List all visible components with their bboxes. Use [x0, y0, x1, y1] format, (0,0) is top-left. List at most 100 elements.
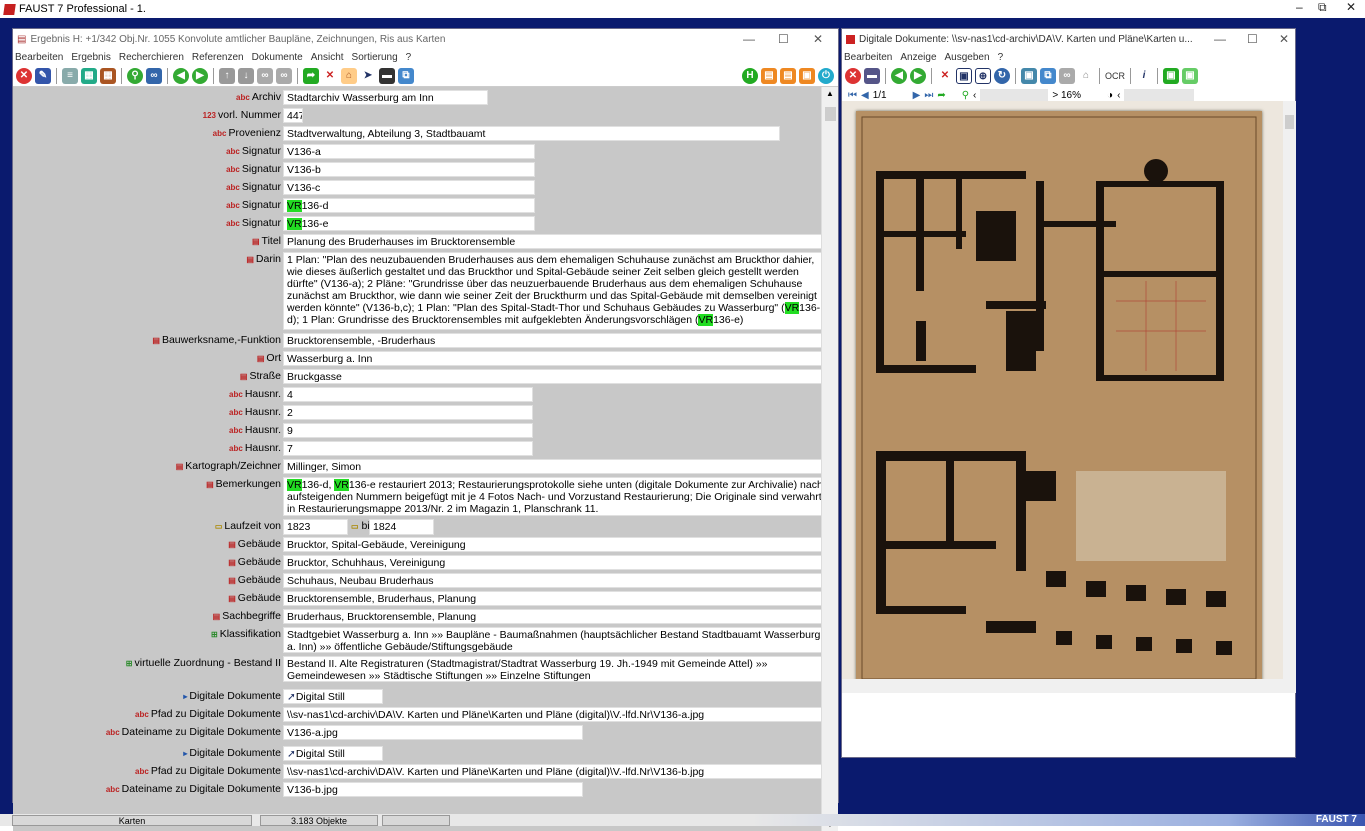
left-menu-item[interactable]: Sortierung [352, 52, 398, 63]
info-icon[interactable]: i [1136, 68, 1152, 84]
field-value[interactable]: 4 [283, 387, 533, 402]
close-button[interactable]: ✕ [1279, 32, 1289, 46]
sort-asc-icon[interactable]: ↑ [219, 67, 235, 84]
document-image-area[interactable] [842, 101, 1296, 679]
field-value[interactable]: V136-a [283, 144, 535, 159]
link-icon[interactable]: ∞ [1059, 68, 1075, 84]
left-menu-item[interactable]: ? [406, 52, 412, 63]
field-value[interactable]: 9 [283, 423, 533, 438]
pin-icon[interactable]: ➤ [360, 67, 376, 84]
cancel-icon[interactable]: ✕ [16, 67, 32, 84]
field-value[interactable]: V136-b.jpg [283, 782, 583, 797]
zoom-in-icon[interactable]: ⊕ [975, 68, 991, 84]
grid-icon[interactable]: ▦ [100, 67, 116, 84]
copy-icon[interactable]: ⧉ [398, 67, 414, 84]
left-menu-item[interactable]: Recherchieren [119, 52, 184, 63]
field-value[interactable]: Brucktor, Schuhhaus, Vereinigung [283, 555, 821, 570]
binoculars-icon[interactable]: ∞ [146, 67, 162, 84]
field-value[interactable]: VR136-e [283, 216, 535, 231]
link-icon[interactable]: ∞ [257, 67, 273, 84]
copy-icon[interactable]: ⧉ [1040, 68, 1056, 84]
back-icon[interactable]: ◀ [891, 68, 907, 84]
right-menu-item[interactable]: Anzeige [900, 52, 936, 63]
scanner-icon[interactable]: ▬ [864, 68, 880, 84]
left-menu-item[interactable]: Referenzen [192, 52, 244, 63]
field-value[interactable]: ➚Digital Still Camera [283, 746, 383, 761]
restore-button[interactable]: ⧉ [1318, 0, 1327, 15]
print-icon[interactable]: ▤ [780, 67, 796, 84]
home-icon[interactable]: ⌂ [1078, 68, 1094, 84]
field-value[interactable]: Wasserburg a. Inn [283, 351, 821, 366]
refresh-icon[interactable]: ↻ [994, 68, 1010, 84]
vertical-scrollbar[interactable]: ▲ ▼ [821, 87, 838, 831]
zoom-fit-icon[interactable]: ▣ [956, 68, 972, 84]
viewer-vertical-scrollbar[interactable] [1283, 101, 1296, 679]
minimize-button[interactable]: – [1296, 0, 1303, 14]
field-value[interactable]: Millinger, Simon [283, 459, 821, 474]
field-value[interactable]: 2 [283, 405, 533, 420]
field-value[interactable]: Brucktorensemble, -Bruderhaus [283, 333, 821, 348]
date-to-field[interactable]: 1824 [369, 519, 434, 535]
image-icon[interactable]: ▣ [1163, 68, 1179, 84]
power-icon[interactable]: ⏻ [818, 67, 834, 84]
date-from-field[interactable]: 1823 [283, 519, 348, 535]
field-value[interactable]: Bruckgasse [283, 369, 821, 384]
close-button[interactable]: ✕ [1346, 0, 1356, 14]
delete-icon[interactable]: ✕ [322, 67, 338, 84]
forward-icon[interactable]: ▶ [910, 68, 926, 84]
unlink-icon[interactable]: ∞ [276, 67, 292, 84]
arrow-icon[interactable]: ➦ [303, 67, 319, 84]
delete-icon[interactable]: ✕ [937, 68, 953, 84]
maximize-button[interactable]: ☐ [1247, 32, 1258, 46]
field-value[interactable]: \\sv-nas1\cd-archiv\DA\V. Karten und Plä… [283, 764, 821, 779]
zoom-slider-left-icon[interactable]: ‹ [973, 90, 976, 101]
left-menu-item[interactable]: Dokumente [252, 52, 303, 63]
prev-page-icon[interactable]: ◀ [861, 90, 869, 101]
field-value[interactable]: Stadtverwaltung, Abteilung 3, Stadtbauam… [283, 126, 780, 141]
export-image-icon[interactable]: ▣ [1182, 68, 1198, 84]
field-value[interactable]: V136-c [283, 180, 535, 195]
zoom-slider[interactable] [980, 89, 1049, 101]
sort-desc-icon[interactable]: ↓ [238, 67, 254, 84]
field-value[interactable]: Planung des Bruderhauses im Brucktorense… [283, 234, 821, 249]
maximize-button[interactable]: ☐ [778, 32, 789, 46]
last-page-icon[interactable]: ⏭ [924, 90, 933, 101]
field-value[interactable]: VR136-d [283, 198, 535, 213]
search-icon[interactable]: ⚲ [127, 67, 143, 84]
field-value[interactable]: Brucktorensemble, Bruderhaus, Planung [283, 591, 821, 606]
back-icon[interactable]: ◀ [173, 67, 189, 84]
field-value[interactable]: 447 [283, 108, 303, 123]
field-value[interactable]: Stadtarchiv Wasserburg am Inn [283, 90, 488, 105]
left-menu-item[interactable]: Ansicht [311, 52, 344, 63]
edit-icon[interactable]: ✎ [35, 67, 51, 84]
scroll-up-icon[interactable]: ▲ [826, 89, 834, 98]
contrast-slider-left-icon[interactable]: ‹ [1117, 90, 1120, 101]
field-value[interactable]: Bestand II. Alte Registraturen (Stadtmag… [283, 656, 821, 682]
field-value[interactable]: Stadtgebiet Wasserburg a. Inn »» Bauplän… [283, 627, 821, 653]
help-icon[interactable]: H [742, 67, 758, 84]
cancel-icon[interactable]: ✕ [845, 68, 861, 84]
field-value[interactable]: VR136-d, VR136-e restauriert 2013; Resta… [283, 477, 821, 516]
field-value[interactable]: ➚Digital Still Camera [283, 689, 383, 704]
field-value[interactable]: 7 [283, 441, 533, 456]
right-menu-item[interactable]: ? [998, 52, 1004, 63]
minimize-button[interactable]: — [743, 32, 755, 46]
save-icon[interactable]: ▣ [1021, 68, 1037, 84]
close-button[interactable]: ✕ [813, 32, 823, 46]
field-value[interactable]: \\sv-nas1\cd-archiv\DA\V. Karten und Plä… [283, 707, 821, 722]
field-value[interactable]: Bruderhaus, Brucktorensemble, Planung [283, 609, 821, 624]
left-menu-item[interactable]: Bearbeiten [15, 52, 63, 63]
home-icon[interactable]: ⌂ [341, 67, 357, 84]
contrast-slider[interactable] [1124, 89, 1195, 101]
zoom-icon[interactable]: ⚲ [962, 90, 969, 101]
field-value[interactable]: Schuhaus, Neubau Bruderhaus [283, 573, 821, 588]
ocr-button[interactable]: OCR [1105, 71, 1125, 81]
contrast-icon[interactable]: ◑ [1107, 90, 1113, 101]
scroll-thumb[interactable] [1285, 115, 1294, 129]
field-value[interactable]: Brucktor, Spital-Gebäude, Vereinigung [283, 537, 821, 552]
field-value[interactable]: 1 Plan: "Plan des neuzubauenden Bruderha… [283, 252, 821, 330]
table-view-icon[interactable]: ▦ [81, 67, 97, 84]
left-menu-item[interactable]: Ergebnis [71, 52, 110, 63]
right-menu-item[interactable]: Ausgeben [945, 52, 990, 63]
right-menu-item[interactable]: Bearbeiten [844, 52, 892, 63]
